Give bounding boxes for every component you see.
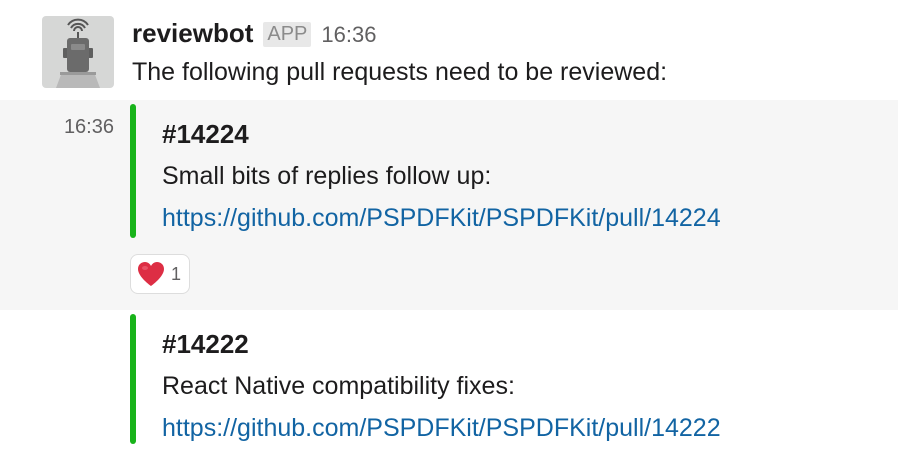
attachment-title: #14224 [162,119,249,149]
attachment-title: #14222 [162,329,249,359]
pull-request-link[interactable]: https://github.com/PSPDFKit/PSPDFKit/pul… [162,202,721,234]
reaction-button[interactable]: 1 [130,254,191,294]
hover-timestamp[interactable]: 16:36 [0,116,114,139]
sender-name[interactable]: reviewbot [132,18,253,49]
avatar[interactable] [42,16,114,88]
robot-icon [56,18,100,88]
attachment-body: #14224 Small bits of replies follow up: … [162,104,721,234]
message-timestamp[interactable]: 16:36 [321,22,376,48]
reaction-count: 1 [171,263,182,284]
attachment-color-bar [130,104,136,238]
attachment-description: React Native compatibility fixes: [162,372,515,400]
pull-request-link[interactable]: https://github.com/PSPDFKit/PSPDFKit/pul… [162,412,721,444]
app-badge: APP [263,22,312,47]
attachment-color-bar [130,314,136,444]
attachment-body: #14222 React Native compatibility fixes:… [162,314,721,444]
message-header: reviewbot APP 16:36 The following pull r… [0,0,898,100]
heart-icon [138,262,164,286]
message-meta: reviewbot APP 16:36 [132,18,376,54]
attachment-description: Small bits of replies follow up: [162,162,492,190]
message-text: The following pull requests need to be r… [132,58,668,86]
